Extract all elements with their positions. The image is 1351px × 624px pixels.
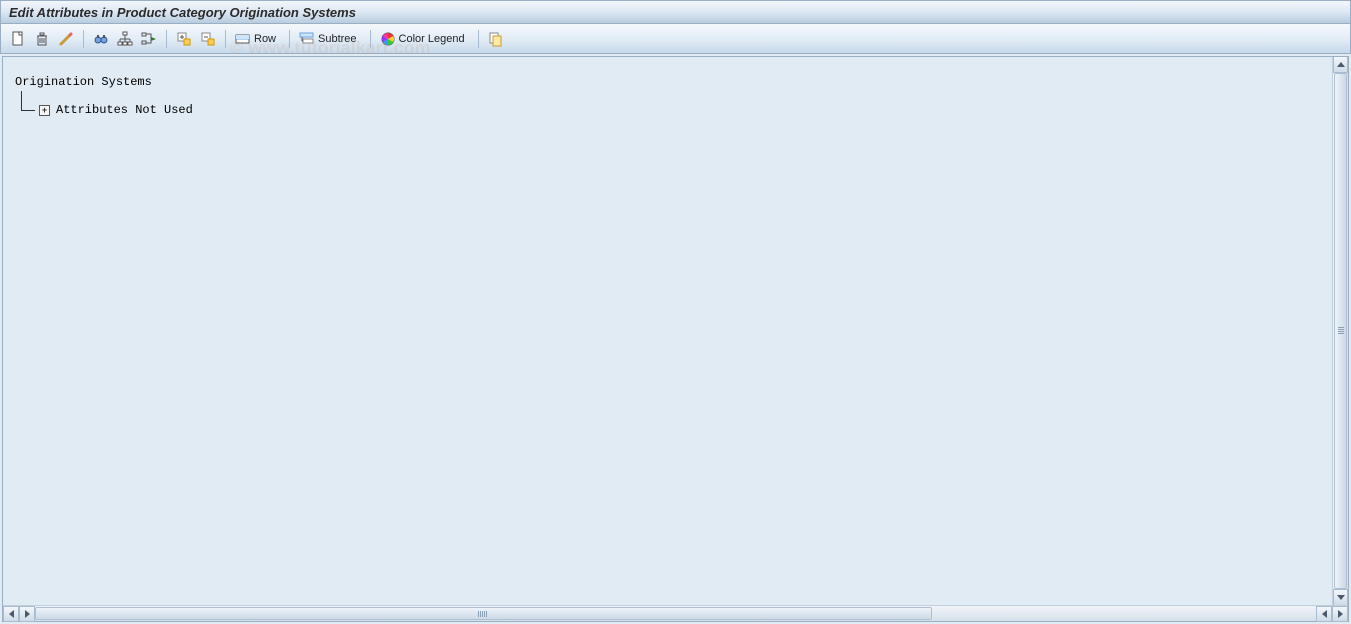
subtree-button-label: Subtree [318,33,357,45]
row-icon [235,31,251,47]
page-title: Edit Attributes in Product Category Orig… [9,5,356,20]
binoculars-icon [93,31,109,47]
arrow-tree-icon [141,31,157,47]
horizontal-scroll-thumb[interactable] [35,607,932,620]
tree-root-label: Origination Systems [15,75,152,89]
scroll-down-button[interactable] [1333,589,1348,605]
trash-icon [34,31,50,47]
toolbar-separator [478,30,479,48]
collapse-icon [200,31,216,47]
chevron-right-icon [25,610,30,618]
row-button-label: Row [254,33,276,45]
tree-connector-line [21,91,35,111]
subtree-button[interactable]: Subtree [296,28,364,50]
find-button[interactable] [90,28,112,50]
scroll-right-end-button[interactable] [1332,606,1348,622]
scroll-left-end-button[interactable] [1316,606,1332,622]
expand-icon [176,31,192,47]
toolbar-separator [370,30,371,48]
copy-button[interactable] [485,28,507,50]
subtree-icon [299,31,315,47]
expand-all-button[interactable] [173,28,195,50]
scroll-up-button[interactable] [1333,57,1348,73]
pencil-icon [58,31,74,47]
color-wheel-icon [380,31,396,47]
row-button[interactable]: Row [232,28,283,50]
toolbar-separator [166,30,167,48]
document-new-icon [10,31,26,47]
application-toolbar: Row Subtree Color Legend [0,24,1351,54]
chevron-right-icon [1338,610,1343,618]
tree-child-node[interactable]: Attributes Not Used [11,103,1324,117]
hierarchy-button[interactable] [114,28,136,50]
horizontal-scrollbar[interactable] [3,605,1348,621]
toolbar-separator [225,30,226,48]
tree-view: Origination Systems Attributes Not Used [3,57,1332,605]
hierarchy-icon [117,31,133,47]
toolbar-separator [83,30,84,48]
vertical-scroll-thumb[interactable] [1334,73,1347,589]
horizontal-scroll-track[interactable] [35,606,1316,621]
create-button[interactable] [7,28,29,50]
scroll-left-button[interactable] [3,606,19,622]
content-area: Origination Systems Attributes Not Used [2,56,1349,622]
tree-child-label: Attributes Not Used [56,103,193,117]
expand-toggle-icon[interactable] [39,105,50,116]
delete-button[interactable] [31,28,53,50]
copy-icon [488,31,504,47]
chevron-down-icon [1337,595,1345,600]
chevron-up-icon [1337,62,1345,67]
color-legend-button-label: Color Legend [399,33,465,45]
tree-root-node[interactable]: Origination Systems [11,75,1324,89]
vertical-scrollbar[interactable] [1332,57,1348,605]
color-legend-button[interactable]: Color Legend [377,28,472,50]
window-title-bar: Edit Attributes in Product Category Orig… [0,0,1351,24]
chevron-left-icon [9,610,14,618]
scroll-right-button[interactable] [19,606,35,622]
toolbar-separator [289,30,290,48]
collapse-all-button[interactable] [197,28,219,50]
where-used-button[interactable] [138,28,160,50]
edit-button[interactable] [55,28,77,50]
chevron-left-icon [1322,610,1327,618]
